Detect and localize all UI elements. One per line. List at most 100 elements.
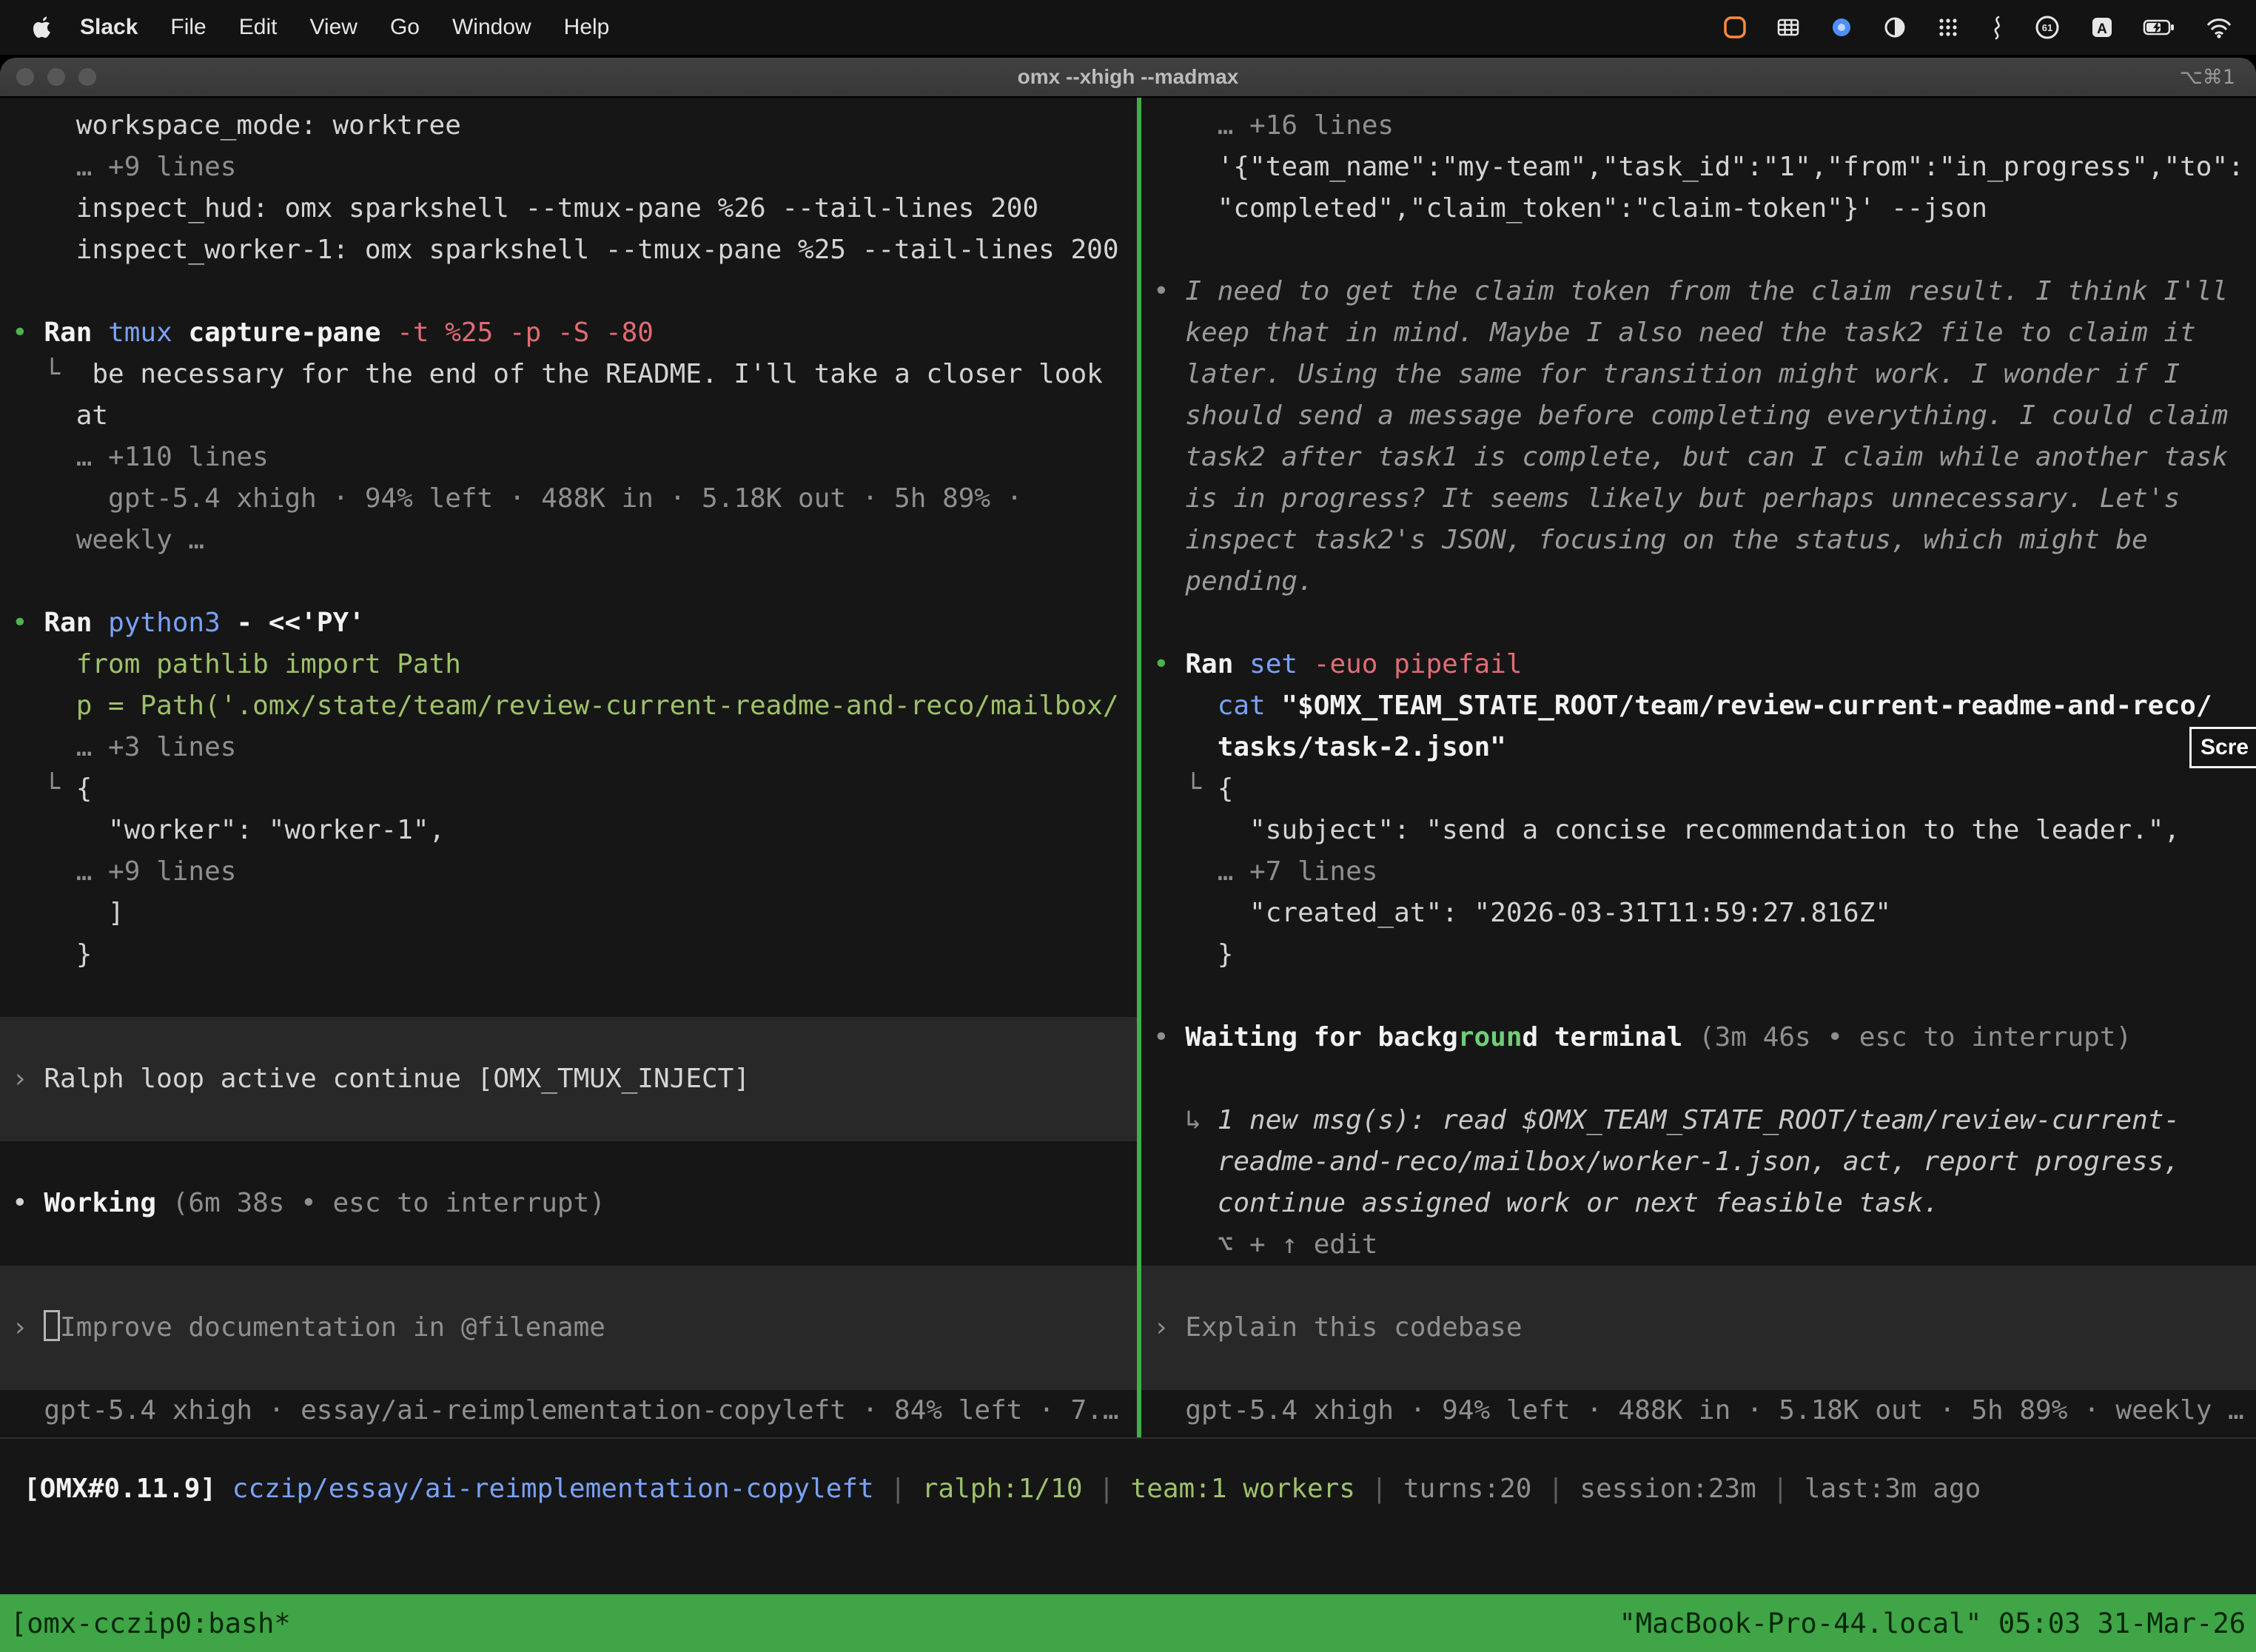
menu-item-help[interactable]: Help — [564, 15, 610, 40]
terminal-line: task2 after task1 is complete, but can I… — [1141, 437, 2256, 478]
menu-item-view[interactable]: View — [309, 15, 357, 40]
window-title: omx --xhigh --madmax — [1018, 65, 1239, 89]
right-terminal-pane[interactable]: … +16 lines '{"team_name":"my-team","tas… — [1141, 98, 2256, 1437]
terminal-line: • Ran python3 - <<'PY' — [0, 602, 1137, 644]
screen-record-indicator[interactable] — [1722, 14, 1748, 41]
grid-icon[interactable] — [1775, 14, 1802, 41]
terminal-line — [0, 1224, 1137, 1266]
apple-icon — [33, 16, 53, 39]
terminal-line: • Ran tmux capture-pane -t %25 -p -S -80 — [0, 312, 1137, 354]
terminal-line: … +3 lines — [0, 727, 1137, 768]
menu-items: Slack File Edit View Go Window Help — [80, 15, 609, 40]
menu-item-slack[interactable]: Slack — [80, 15, 138, 40]
app-blue-icon[interactable] — [1828, 14, 1855, 41]
terminal-line — [1141, 1266, 2256, 1307]
terminal-line: inspect task2's JSON, focusing on the st… — [1141, 520, 2256, 561]
terminal-line: "worker": "worker-1", — [0, 810, 1137, 851]
terminal-line — [0, 1266, 1137, 1307]
menu-item-window[interactable]: Window — [452, 15, 531, 40]
terminal-line: • Working (6m 38s • esc to interrupt) — [0, 1183, 1137, 1224]
zoom-button[interactable] — [78, 68, 96, 86]
terminal-line — [0, 1141, 1137, 1183]
terminal-line: gpt-5.4 xhigh · 94% left · 488K in · 5.1… — [0, 478, 1137, 520]
terminal-line: [OMX#0.11.9] cczip/essay/ai-reimplementa… — [12, 1468, 2256, 1510]
terminal-line: ↳ 1 new msg(s): read $OMX_TEAM_STATE_ROO… — [1141, 1100, 2256, 1141]
battery-charging-icon[interactable] — [2142, 14, 2178, 41]
terminal-line: from pathlib import Path — [0, 644, 1137, 685]
tmux-status-bar: [omx-cczip0:bash* "MacBook-Pro-44.local"… — [0, 1594, 2256, 1652]
terminal-line: } — [0, 934, 1137, 976]
contrast-circle-icon[interactable] — [1881, 14, 1908, 41]
omx-status-line: [OMX#0.11.9] cczip/essay/ai-reimplementa… — [0, 1468, 2256, 1510]
prompt-input-line[interactable]: › Improve documentation in @filename — [0, 1307, 1137, 1349]
terminal-line: p = Path('.omx/state/team/review-current… — [0, 685, 1137, 727]
terminal-window: omx --xhigh --madmax ⌥⌘1 workspace_mode:… — [0, 58, 2256, 1652]
terminal-line: • Ran set -euo pipefail — [1141, 644, 2256, 685]
terminal-line: ⌥ + ↑ edit — [1141, 1224, 2256, 1266]
terminal-line: pending. — [1141, 561, 2256, 602]
terminal-line: … +110 lines — [0, 437, 1137, 478]
traffic-lights — [0, 68, 96, 86]
terminal-line — [0, 1017, 1137, 1058]
terminal-line: keep that in mind. Maybe I also need the… — [1141, 312, 2256, 354]
terminal-line: } — [1141, 934, 2256, 976]
svg-text:61: 61 — [2042, 22, 2052, 33]
terminal-line: readme-and-reco/mailbox/worker-1.json, a… — [1141, 1141, 2256, 1183]
terminal-line: … +9 lines — [0, 147, 1137, 188]
tmux-host-time: "MacBook-Pro-44.local" 05:03 31-Mar-26 — [1619, 1608, 2246, 1639]
terminal-line — [0, 976, 1137, 1017]
prompt-input-line[interactable]: › Explain this codebase — [1141, 1307, 2256, 1349]
terminal-line — [1141, 1058, 2256, 1100]
terminal-line: workspace_mode: worktree — [0, 105, 1137, 147]
left-terminal-pane[interactable]: workspace_mode: worktree … +9 lines insp… — [0, 98, 1137, 1437]
terminal-line: └ be necessary for the end of the README… — [0, 354, 1137, 395]
terminal-line: later. Using the same for transition mig… — [1141, 354, 2256, 395]
squiggle-icon[interactable] — [1988, 14, 2006, 41]
terminal-line — [1141, 229, 2256, 271]
terminal-line: gpt-5.4 xhigh · 94% left · 488K in · 5.1… — [1141, 1390, 2256, 1431]
terminal-line — [0, 1100, 1137, 1141]
menu-status-icons: 61 A — [1722, 13, 2234, 42]
terminal-line: "completed","claim_token":"claim-token"}… — [1141, 188, 2256, 229]
terminal-line: at — [0, 395, 1137, 437]
battery-ring-61-icon[interactable]: 61 — [2032, 13, 2062, 42]
terminal-line: › Ralph loop active continue [OMX_TMUX_I… — [0, 1058, 1137, 1100]
tmux-panes: workspace_mode: worktree … +9 lines insp… — [0, 98, 2256, 1439]
menu-item-file[interactable]: File — [170, 15, 206, 40]
window-titlebar[interactable]: omx --xhigh --madmax ⌥⌘1 — [0, 58, 2256, 98]
terminal-line — [0, 561, 1137, 602]
terminal-line: … +9 lines — [0, 851, 1137, 893]
terminal-line: is in progress? It seems likely but perh… — [1141, 478, 2256, 520]
terminal-line: tasks/task-2.json" — [1141, 727, 2256, 768]
screen: { "menu_bar": { "items": ["Slack", "File… — [0, 0, 2256, 1652]
terminal-line: … +16 lines — [1141, 105, 2256, 147]
menu-item-edit[interactable]: Edit — [239, 15, 278, 40]
terminal-line — [1141, 602, 2256, 644]
terminal-line: weekly … — [0, 520, 1137, 561]
terminal-line: '{"team_name":"my-team","task_id":"1","f… — [1141, 147, 2256, 188]
terminal-line: • I need to get the claim token from the… — [1141, 271, 2256, 312]
terminal-line: gpt-5.4 xhigh · essay/ai-reimplementatio… — [0, 1390, 1137, 1431]
close-button[interactable] — [16, 68, 34, 86]
terminal-line — [0, 271, 1137, 312]
terminal-line — [1141, 1349, 2256, 1390]
terminal-line: ] — [0, 893, 1137, 934]
terminal-line: cat "$OMX_TEAM_STATE_ROOT/team/review-cu… — [1141, 685, 2256, 727]
terminal-line — [1141, 976, 2256, 1017]
input-source-a-icon[interactable]: A — [2089, 14, 2115, 41]
menu-bar: Slack File Edit View Go Window Help 61 A — [0, 0, 2256, 55]
screen-capture-tooltip: Scre — [2189, 727, 2256, 768]
dots-grid-icon[interactable] — [1935, 14, 1961, 41]
menu-item-go[interactable]: Go — [390, 15, 420, 40]
terminal-line — [0, 1349, 1137, 1390]
svg-text:A: A — [2097, 21, 2107, 37]
terminal-line: … +7 lines — [1141, 851, 2256, 893]
terminal-line: inspect_hud: omx sparkshell --tmux-pane … — [0, 188, 1137, 229]
terminal-line: • Waiting for background terminal (3m 46… — [1141, 1017, 2256, 1058]
terminal-line: └ { — [0, 768, 1137, 810]
apple-menu[interactable] — [33, 16, 53, 39]
wifi-icon[interactable] — [2204, 14, 2234, 41]
window-shortcut-badge: ⌥⌘1 — [2180, 66, 2256, 89]
terminal-line: inspect_worker-1: omx sparkshell --tmux-… — [0, 229, 1137, 271]
minimize-button[interactable] — [47, 68, 65, 86]
